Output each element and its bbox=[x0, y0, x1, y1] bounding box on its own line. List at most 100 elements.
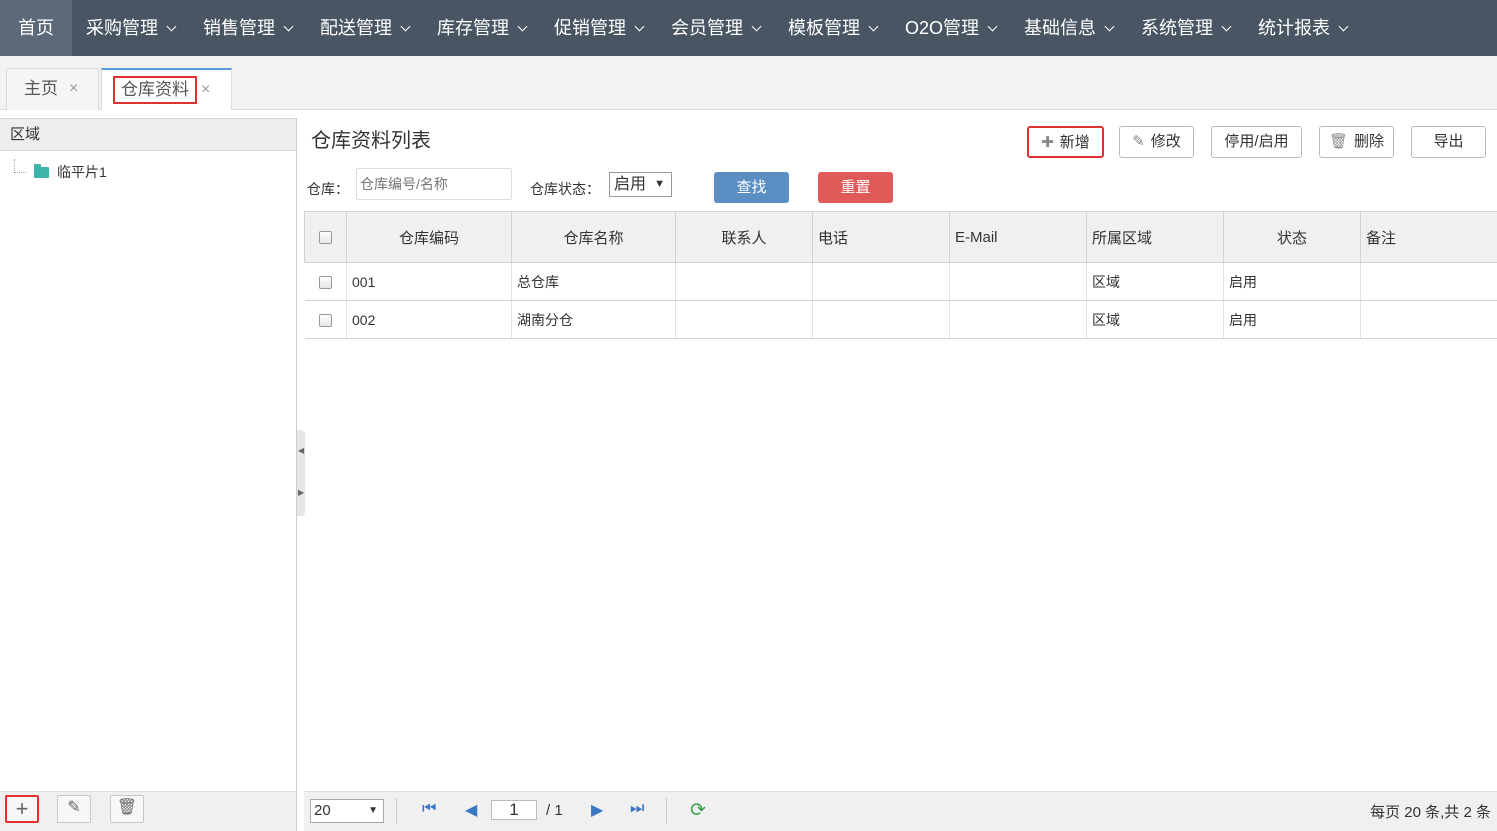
pagination-bar: 20 ▼ ⏮ ◀ 1 / 1 ▶ ⏭ ⟳ 每页 20 条,共 2 条 bbox=[304, 791, 1497, 831]
plus-icon: ✚ bbox=[1041, 134, 1054, 151]
add-region-button[interactable]: + bbox=[5, 795, 39, 823]
close-icon[interactable]: × bbox=[201, 70, 210, 110]
cell-email bbox=[949, 300, 1087, 339]
nav-label: 库存管理 bbox=[437, 18, 509, 38]
row-checkbox-cell[interactable] bbox=[304, 262, 347, 301]
cell-name: 湖南分仓 bbox=[511, 300, 676, 339]
delete-button-label: 删除 bbox=[1354, 133, 1385, 150]
nav-system[interactable]: 系统管理 bbox=[1127, 0, 1244, 56]
table-row[interactable]: 001 总仓库 区域 启用 bbox=[304, 262, 1497, 301]
total-pages: / 1 bbox=[546, 802, 563, 819]
first-page-icon[interactable]: ⏮ bbox=[422, 800, 436, 818]
nav-label: 采购管理 bbox=[86, 18, 158, 38]
tab-bar: 主页 × 仓库资料 × bbox=[0, 56, 1497, 110]
nav-label: 销售管理 bbox=[203, 18, 275, 38]
column-header[interactable]: E-Mail bbox=[949, 211, 1087, 263]
cell-code: 001 bbox=[346, 262, 512, 301]
nav-label: 促销管理 bbox=[554, 18, 626, 38]
warehouse-search-input[interactable] bbox=[356, 168, 512, 200]
cell-contact bbox=[675, 262, 813, 301]
nav-delivery[interactable]: 配送管理 bbox=[306, 0, 423, 56]
chevron-down-icon bbox=[166, 21, 177, 32]
toggle-status-button[interactable]: 停用/启用 bbox=[1211, 126, 1302, 158]
tab-label: 主页 bbox=[24, 79, 58, 98]
page-size-select[interactable]: 20 ▼ bbox=[310, 799, 384, 823]
warehouse-filter-label: 仓库： bbox=[307, 181, 349, 197]
cell-region: 区域 bbox=[1086, 262, 1224, 301]
folder-icon bbox=[34, 163, 49, 178]
export-button[interactable]: 导出 bbox=[1411, 126, 1486, 158]
nav-label: 模板管理 bbox=[788, 18, 860, 38]
search-button[interactable]: 查找 bbox=[714, 172, 789, 203]
edit-region-button[interactable]: ✎ bbox=[57, 795, 91, 823]
refresh-icon[interactable]: ⟳ bbox=[690, 799, 706, 822]
last-page-icon[interactable]: ⏭ bbox=[630, 800, 644, 818]
column-header[interactable]: 备注 bbox=[1360, 211, 1497, 263]
tree-node[interactable]: 临平片1 bbox=[14, 159, 107, 182]
table-header-row: 仓库编码 仓库名称 联系人 电话 E-Mail 所属区域 状态 备注 bbox=[304, 211, 1497, 263]
filter-bar: 仓库： 仓库状态： 启用 ▼ 查找 重置 bbox=[304, 168, 1497, 208]
next-page-icon[interactable]: ▶ bbox=[591, 800, 603, 820]
add-button[interactable]: ✚ 新增 bbox=[1027, 126, 1104, 158]
column-header[interactable]: 仓库名称 bbox=[511, 211, 676, 263]
nav-promotion[interactable]: 促销管理 bbox=[540, 0, 657, 56]
chevron-down-icon bbox=[751, 21, 762, 32]
column-header[interactable]: 仓库编码 bbox=[346, 211, 512, 263]
pencil-icon: ✎ bbox=[67, 799, 81, 816]
page-title: 仓库资料列表 bbox=[311, 130, 431, 152]
nav-label: 基础信息 bbox=[1024, 18, 1097, 38]
page-number-input[interactable]: 1 bbox=[491, 800, 537, 820]
chevron-down-icon bbox=[283, 21, 294, 32]
status-filter-label: 仓库状态： bbox=[530, 181, 600, 197]
tab-warehouse[interactable]: 仓库资料 × bbox=[101, 68, 232, 110]
edit-button[interactable]: ✎ 修改 bbox=[1119, 126, 1194, 158]
chevron-down-icon bbox=[868, 21, 879, 32]
nav-inventory[interactable]: 库存管理 bbox=[423, 0, 540, 56]
chevron-down-icon bbox=[1338, 21, 1349, 32]
cell-note bbox=[1360, 262, 1497, 301]
column-header[interactable]: 所属区域 bbox=[1086, 211, 1224, 263]
column-header[interactable]: 联系人 bbox=[675, 211, 813, 263]
cell-email bbox=[949, 262, 1087, 301]
nav-home[interactable]: 首页 bbox=[0, 0, 72, 56]
trash-icon: 🗑 bbox=[1328, 133, 1349, 150]
region-toolbar: + ✎ 🗑 bbox=[0, 791, 296, 831]
row-checkbox[interactable] bbox=[318, 314, 332, 328]
tab-home[interactable]: 主页 × bbox=[6, 68, 99, 110]
caret-down-icon: ▼ bbox=[368, 805, 378, 816]
edit-button-label: 修改 bbox=[1150, 133, 1181, 150]
delete-region-button[interactable]: 🗑 bbox=[110, 795, 144, 823]
reset-button[interactable]: 重置 bbox=[818, 172, 893, 203]
nav-sales[interactable]: 销售管理 bbox=[189, 0, 306, 56]
delete-button[interactable]: 🗑 删除 bbox=[1319, 126, 1394, 158]
nav-template[interactable]: 模板管理 bbox=[774, 0, 891, 56]
status-select[interactable]: 启用 ▼ bbox=[609, 172, 672, 197]
nav-reports[interactable]: 统计报表 bbox=[1244, 0, 1361, 56]
region-panel-header: 区域 bbox=[0, 118, 296, 151]
region-panel: 区域 临平片1 + ✎ 🗑 bbox=[0, 118, 297, 831]
close-icon[interactable]: × bbox=[69, 69, 78, 109]
nav-label: 配送管理 bbox=[320, 18, 392, 38]
nav-purchase[interactable]: 采购管理 bbox=[72, 0, 189, 56]
select-all-checkbox-cell[interactable] bbox=[304, 211, 347, 263]
table-row[interactable]: 002 湖南分仓 区域 启用 bbox=[304, 300, 1497, 339]
column-header[interactable]: 电话 bbox=[812, 211, 950, 263]
pager-divider bbox=[666, 798, 667, 824]
cell-contact bbox=[675, 300, 813, 339]
prev-page-icon[interactable]: ◀ bbox=[465, 800, 477, 820]
column-header[interactable]: 状态 bbox=[1223, 211, 1361, 263]
chevron-down-icon bbox=[987, 21, 998, 32]
nav-basic-info[interactable]: 基础信息 bbox=[1010, 0, 1127, 56]
row-checkbox[interactable] bbox=[318, 276, 332, 290]
row-checkbox-cell[interactable] bbox=[304, 300, 347, 339]
nav-member[interactable]: 会员管理 bbox=[657, 0, 774, 56]
cell-status: 启用 bbox=[1223, 300, 1361, 339]
cell-region: 区域 bbox=[1086, 300, 1224, 339]
add-button-label: 新增 bbox=[1059, 134, 1090, 151]
nav-o2o[interactable]: O2O管理 bbox=[891, 0, 1010, 56]
plus-icon: + bbox=[15, 796, 29, 821]
page-size-value: 20 bbox=[314, 802, 331, 819]
chevron-down-icon bbox=[517, 21, 528, 32]
select-all-checkbox[interactable] bbox=[319, 231, 332, 245]
cell-name: 总仓库 bbox=[511, 262, 676, 301]
